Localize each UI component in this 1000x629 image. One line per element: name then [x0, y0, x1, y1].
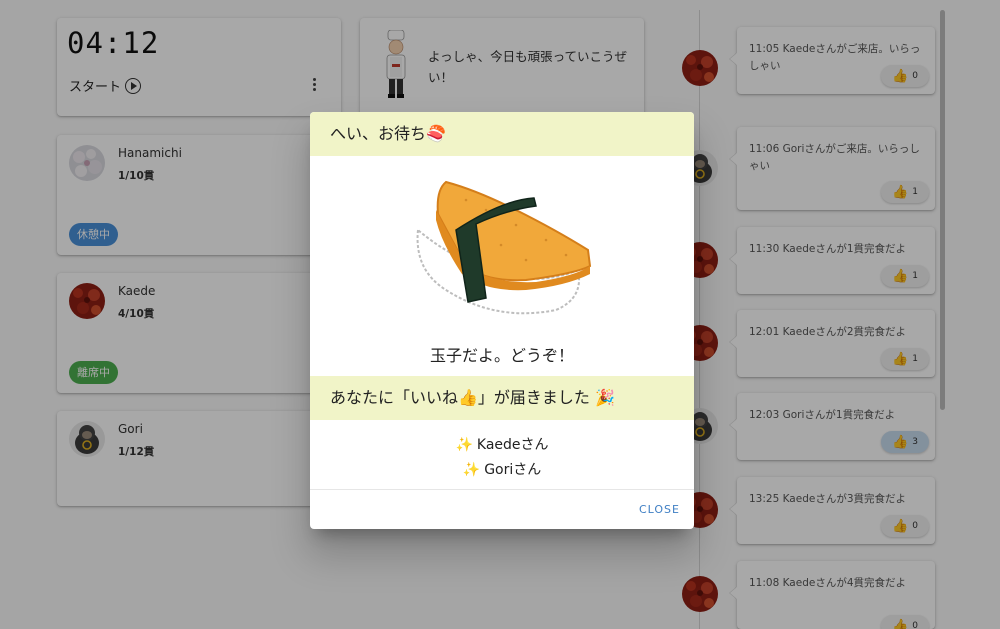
liker-name: Kaedeさん — [476, 437, 549, 453]
liker-item: ✨ Kaedeさん — [310, 434, 694, 454]
sushi-name: 玉子だよ。どうぞ！ — [429, 346, 574, 365]
sparkle-icon: ✨ — [455, 437, 473, 453]
dialog-divider — [310, 489, 694, 490]
app-root: 04:12 スタート よっしゃ、今日も頑張っていこうぜい！ Hanamichi … — [0, 0, 1000, 629]
sparkle-icon: ✨ — [462, 462, 481, 478]
tamago-sushi-illustration — [416, 180, 592, 315]
dialog-title: へい、お待ち🍣 — [310, 112, 694, 156]
liker-name: Goriさん — [484, 462, 542, 478]
liker-item: ✨ Goriさん — [310, 459, 694, 479]
close-button[interactable]: CLOSE — [639, 501, 680, 518]
served-sushi-dialog: へい、お待ち🍣 玉子だよ。どうぞ！ あなたに「いいね👍」が届きました 🎉 ✨ Ka… — [310, 112, 694, 529]
likes-received-title: あなたに「いいね👍」が届きました 🎉 — [310, 376, 694, 420]
